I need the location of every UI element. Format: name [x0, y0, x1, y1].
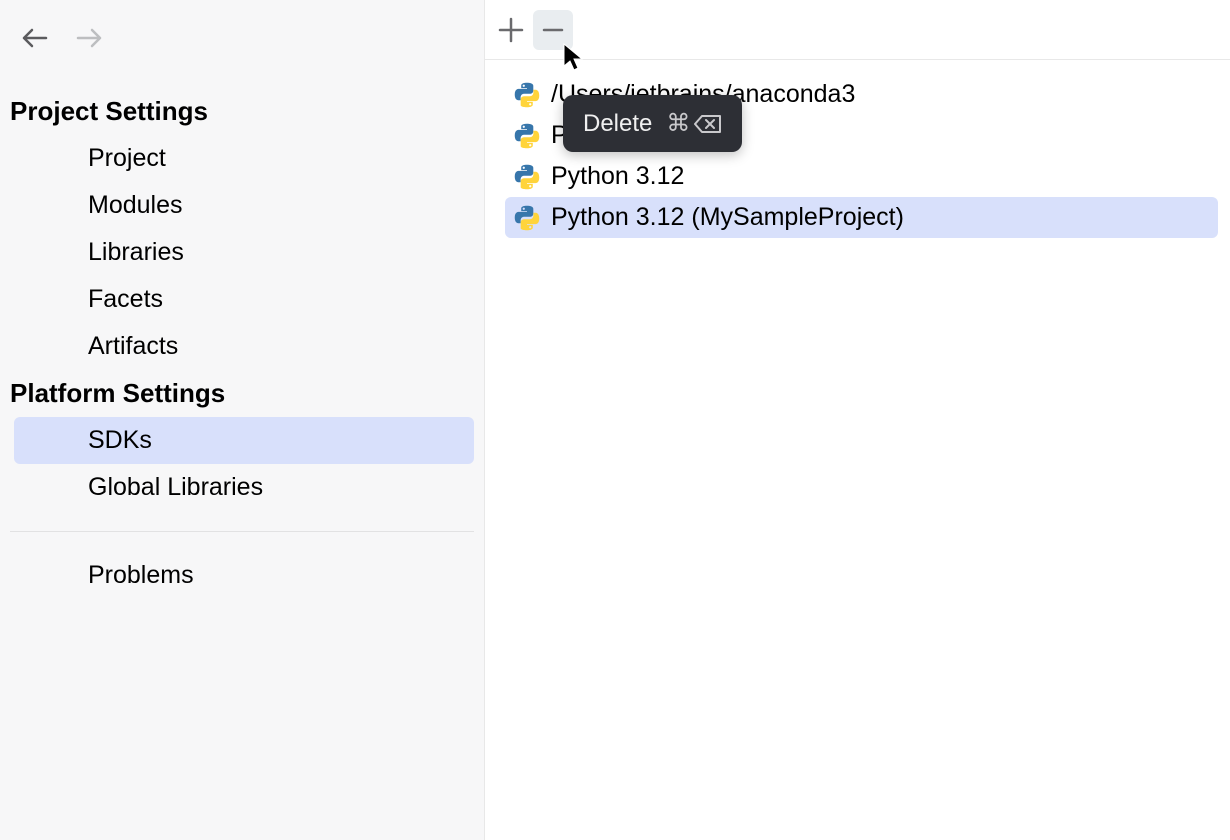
sdk-row[interactable]: Python 3.12 (MySampleProject) [505, 197, 1218, 238]
toolbar [485, 0, 1230, 60]
add-sdk-button[interactable] [491, 10, 531, 50]
sdk-label: Python 3.12 [551, 162, 684, 191]
sidebar-item-facets[interactable]: Facets [14, 276, 474, 323]
back-button[interactable] [22, 28, 48, 48]
divider [10, 531, 474, 532]
sidebar-item-modules[interactable]: Modules [14, 182, 474, 229]
python-icon [513, 81, 541, 109]
delete-tooltip: Delete ⌘ [563, 95, 742, 152]
command-key-icon: ⌘ [666, 109, 690, 138]
python-icon [513, 163, 541, 191]
main-panel: /Users/jetbrains/anaconda3 Python 3.12 P… [485, 0, 1230, 840]
minus-icon [540, 17, 566, 43]
sidebar-item-artifacts[interactable]: Artifacts [14, 323, 474, 370]
plus-icon [498, 17, 524, 43]
forward-button[interactable] [76, 28, 102, 48]
sidebar-item-project[interactable]: Project [14, 135, 474, 182]
python-icon [513, 122, 541, 150]
arrow-right-icon [76, 28, 102, 48]
arrow-left-icon [22, 28, 48, 48]
remove-sdk-button[interactable] [533, 10, 573, 50]
nav-arrows [0, 28, 484, 48]
sdk-row[interactable]: Python 3.12 [505, 156, 1218, 197]
sdk-label: Python 3.12 (MySampleProject) [551, 203, 904, 232]
tooltip-label: Delete [583, 110, 652, 138]
tooltip-shortcut: ⌘ [666, 109, 722, 138]
sidebar-item-sdks[interactable]: SDKs [14, 417, 474, 464]
sidebar-item-problems[interactable]: Problems [14, 552, 474, 599]
python-icon [513, 204, 541, 232]
sidebar-item-libraries[interactable]: Libraries [14, 229, 474, 276]
sidebar-item-global-libraries[interactable]: Global Libraries [14, 464, 474, 511]
backspace-icon [694, 114, 722, 134]
section-header-project-settings: Project Settings [0, 88, 484, 135]
sidebar: Project Settings Project Modules Librari… [0, 0, 485, 840]
section-header-platform-settings: Platform Settings [0, 370, 484, 417]
